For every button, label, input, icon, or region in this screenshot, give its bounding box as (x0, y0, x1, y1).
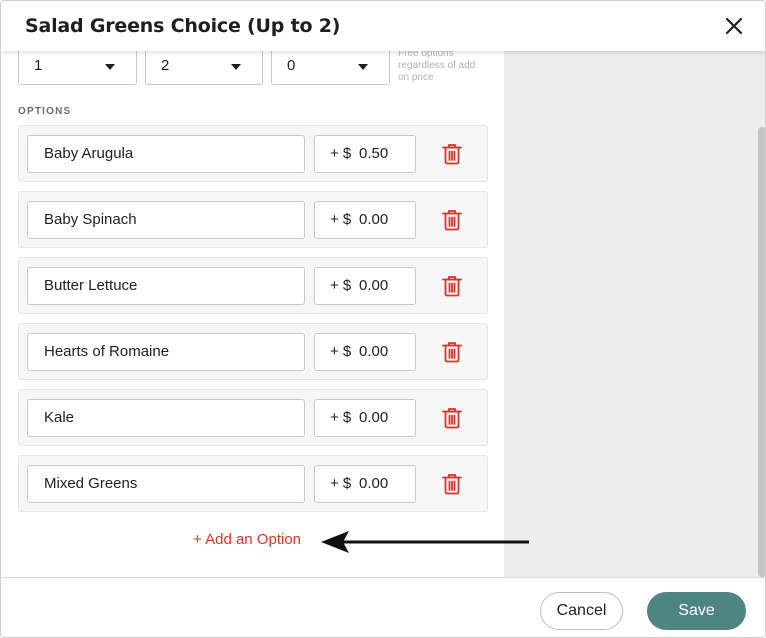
max-select-value: 2 (161, 57, 170, 74)
option-name-input[interactable]: Butter Lettuce (27, 267, 305, 305)
option-price-input[interactable]: + $ 0.00 (314, 465, 416, 503)
options-section-label: OPTIONS (18, 106, 72, 117)
cancel-button[interactable]: Cancel (540, 592, 623, 630)
modal-title: Salad Greens Choice (Up to 2) (25, 15, 341, 37)
add-option-link[interactable]: + Add an Option (193, 531, 301, 548)
option-row: Baby Arugula + $ 0.50 (18, 125, 488, 182)
trash-icon[interactable] (442, 275, 462, 297)
option-price-input[interactable]: + $ 0.00 (314, 201, 416, 239)
chevron-down-icon (231, 64, 241, 70)
option-row: Mixed Greens + $ 0.00 (18, 455, 488, 512)
option-row: Kale + $ 0.00 (18, 389, 488, 446)
save-button[interactable]: Save (647, 592, 746, 630)
min-select-value: 1 (34, 57, 43, 74)
option-price-input[interactable]: + $ 0.50 (314, 135, 416, 173)
option-name-input[interactable]: Mixed Greens (27, 465, 305, 503)
chevron-down-icon (105, 64, 115, 70)
arrow-left-icon (321, 531, 529, 553)
option-price-input[interactable]: + $ 0.00 (314, 333, 416, 371)
chevron-down-icon (358, 64, 368, 70)
trash-icon[interactable] (442, 341, 462, 363)
option-name-input[interactable]: Baby Arugula (27, 135, 305, 173)
price-prefix: + $ (330, 475, 352, 492)
trash-icon[interactable] (442, 143, 462, 165)
free-options-select-value: 0 (287, 57, 296, 74)
side-panel (504, 1, 765, 577)
trash-icon[interactable] (442, 209, 462, 231)
option-name-input[interactable]: Baby Spinach (27, 201, 305, 239)
modal-header: Salad Greens Choice (Up to 2) (1, 1, 765, 51)
free-options-hint: Free options regardless of add on price (398, 48, 476, 83)
option-row: Baby Spinach + $ 0.00 (18, 191, 488, 248)
option-price-input[interactable]: + $ 0.00 (314, 267, 416, 305)
price-amount: 0.50 (359, 145, 389, 162)
trash-icon[interactable] (442, 407, 462, 429)
max-select[interactable]: 2 (145, 45, 263, 85)
price-amount: 0.00 (359, 409, 389, 426)
price-amount: 0.00 (359, 277, 389, 294)
price-prefix: + $ (330, 409, 352, 426)
price-amount: 0.00 (359, 343, 389, 360)
modal-dialog: 1 2 0 Free options regardless of add on … (0, 0, 766, 638)
min-select[interactable]: 1 (18, 45, 137, 85)
option-row: Hearts of Romaine + $ 0.00 (18, 323, 488, 380)
price-amount: 0.00 (359, 211, 389, 228)
modal-footer: Cancel Save (1, 577, 765, 637)
scrollbar[interactable] (758, 127, 765, 577)
price-prefix: + $ (330, 211, 352, 228)
price-prefix: + $ (330, 145, 352, 162)
price-prefix: + $ (330, 343, 352, 360)
price-prefix: + $ (330, 277, 352, 294)
option-row: Butter Lettuce + $ 0.00 (18, 257, 488, 314)
close-icon[interactable] (723, 15, 745, 37)
price-amount: 0.00 (359, 475, 389, 492)
option-name-input[interactable]: Kale (27, 399, 305, 437)
free-options-select[interactable]: 0 (271, 45, 390, 85)
trash-icon[interactable] (442, 473, 462, 495)
option-name-input[interactable]: Hearts of Romaine (27, 333, 305, 371)
option-price-input[interactable]: + $ 0.00 (314, 399, 416, 437)
